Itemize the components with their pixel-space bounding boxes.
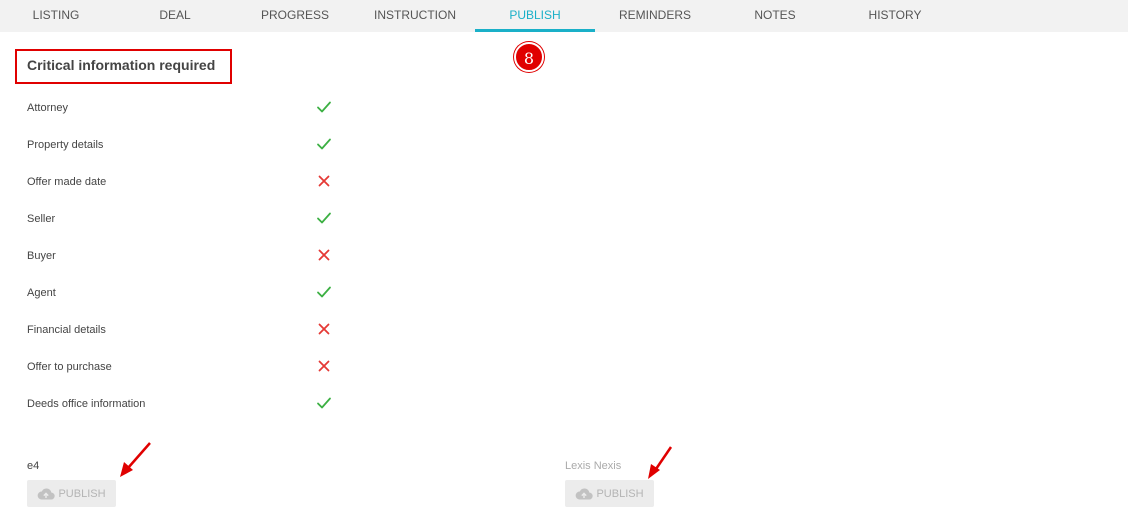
requirement-row: Offer made date xyxy=(27,173,337,193)
requirement-row: Agent xyxy=(27,284,337,304)
requirement-row: Property details xyxy=(27,136,337,156)
requirement-label: Deeds office information xyxy=(27,398,146,410)
cloud-upload-icon xyxy=(575,487,594,500)
requirement-label: Seller xyxy=(27,213,56,225)
tab-listing[interactable]: LISTING xyxy=(0,0,112,32)
publish-button-label: PUBLISH xyxy=(596,487,644,500)
requirement-label: Offer to purchase xyxy=(27,361,112,373)
publisher-name-e4: e4 xyxy=(27,460,40,472)
step-number-badge: 8 xyxy=(514,42,544,72)
tab-deal[interactable]: DEAL xyxy=(115,0,235,32)
tab-instruction[interactable]: INSTRUCTION xyxy=(355,0,475,32)
tab-reminders[interactable]: REMINDERS xyxy=(595,0,715,32)
tab-progress[interactable]: PROGRESS xyxy=(235,0,355,32)
requirement-row: Deeds office information xyxy=(27,395,337,415)
publish-button-e4[interactable]: PUBLISH xyxy=(27,480,116,507)
requirement-row: Financial details xyxy=(27,321,337,341)
publish-button-label: PUBLISH xyxy=(58,487,106,500)
requirement-row: Buyer xyxy=(27,247,337,267)
requirement-row: Offer to purchase xyxy=(27,358,337,378)
requirement-label: Buyer xyxy=(27,250,56,262)
tab-publish[interactable]: PUBLISH xyxy=(475,0,595,32)
cross-icon xyxy=(316,247,332,263)
check-icon xyxy=(316,210,332,226)
requirement-label: Property details xyxy=(27,139,104,151)
requirement-label: Offer made date xyxy=(27,176,107,188)
tab-notes[interactable]: NOTES xyxy=(715,0,835,32)
cross-icon xyxy=(316,173,332,189)
tab-bar: LISTING DEAL PROGRESS INSTRUCTION PUBLIS… xyxy=(0,0,1128,32)
tab-history[interactable]: HISTORY xyxy=(835,0,955,32)
section-title: Critical information required xyxy=(27,57,216,73)
check-icon xyxy=(316,99,332,115)
cloud-upload-icon xyxy=(37,487,56,500)
cross-icon xyxy=(316,321,332,337)
annotation-arrow-icon xyxy=(648,446,673,479)
cross-icon xyxy=(316,358,332,374)
requirement-row: Seller xyxy=(27,210,337,230)
requirement-label: Agent xyxy=(27,287,56,299)
requirement-label: Attorney xyxy=(27,102,68,114)
requirement-row: Attorney xyxy=(27,99,337,119)
annotation-arrow-icon xyxy=(120,442,151,477)
check-icon xyxy=(316,136,332,152)
publisher-name-lexis-nexis: Lexis Nexis xyxy=(565,460,622,472)
publish-button-lexis-nexis[interactable]: PUBLISH xyxy=(565,480,654,507)
requirement-label: Financial details xyxy=(27,324,106,336)
check-icon xyxy=(316,395,332,411)
check-icon xyxy=(316,284,332,300)
